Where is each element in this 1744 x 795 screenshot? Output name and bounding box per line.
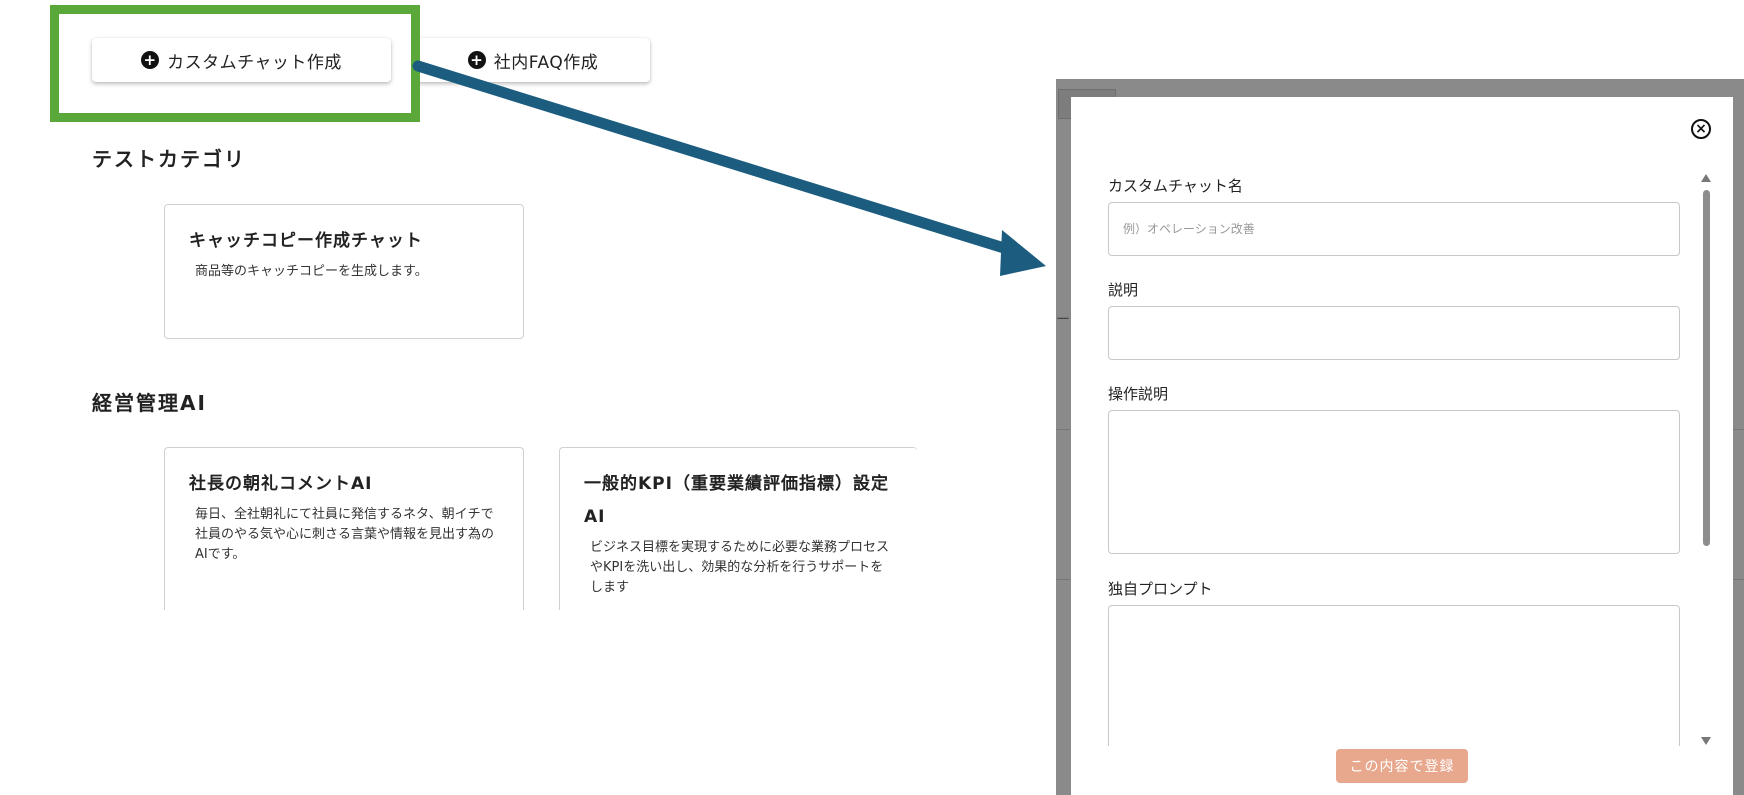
description-input[interactable] <box>1108 306 1680 360</box>
category-title: 経営管理AI <box>92 391 207 415</box>
scrollbar-thumb[interactable] <box>1703 190 1710 546</box>
highlight-box <box>50 5 420 122</box>
close-circle-icon[interactable]: × <box>1691 119 1711 139</box>
plus-circle-icon: + <box>467 51 486 69</box>
card-description: 毎日、全社朝礼にて社員に発信するネタ、朝イチで社員のやる気や心に刺さる言葉や情報… <box>195 507 495 562</box>
chat-name-input[interactable] <box>1108 202 1680 256</box>
arrow-head <box>1000 230 1046 276</box>
card-title: 一般的KPI（重要業績評価指標）設定AI <box>584 474 889 527</box>
scroll-up-icon[interactable] <box>1701 174 1711 182</box>
custom-prompt-textarea[interactable] <box>1108 605 1680 753</box>
card-description: 商品等のキャッチコピーを生成します。 <box>195 264 428 279</box>
card-title: 社長の朝礼コメントAI <box>189 474 373 494</box>
card-description: ビジネス目標を実現するために必要な業務プロセスやKPIを洗い出し、効果的な分析を… <box>590 540 890 595</box>
card-title: キャッチコピー作成チャット <box>189 231 423 251</box>
field-label-custom-prompt: 独自プロンプト <box>1108 580 1213 598</box>
chat-card[interactable]: 一般的KPI（重要業績評価指標）設定AI ビジネス目標を実現するために必要な業務… <box>559 447 917 637</box>
field-label-chat-name: カスタムチャット名 <box>1108 177 1243 195</box>
crop-edge <box>150 610 930 650</box>
scroll-down-icon[interactable] <box>1701 737 1711 745</box>
field-label-description: 説明 <box>1108 281 1139 299</box>
chat-card[interactable]: キャッチコピー作成チャット 商品等のキャッチコピーを生成します。 <box>164 204 524 339</box>
chat-card[interactable]: 社長の朝礼コメントAI 毎日、全社朝礼にて社員に発信するネタ、朝イチで社員のやる… <box>164 447 524 637</box>
submit-button[interactable]: この内容で登録 <box>1336 749 1468 783</box>
faq-create-label: 社内FAQ作成 <box>493 52 599 73</box>
field-label-instructions: 操作説明 <box>1108 385 1169 403</box>
instructions-textarea[interactable] <box>1108 410 1680 554</box>
faq-create-button[interactable]: + 社内FAQ作成 <box>416 38 650 82</box>
category-title: テストカテゴリ <box>92 147 246 171</box>
